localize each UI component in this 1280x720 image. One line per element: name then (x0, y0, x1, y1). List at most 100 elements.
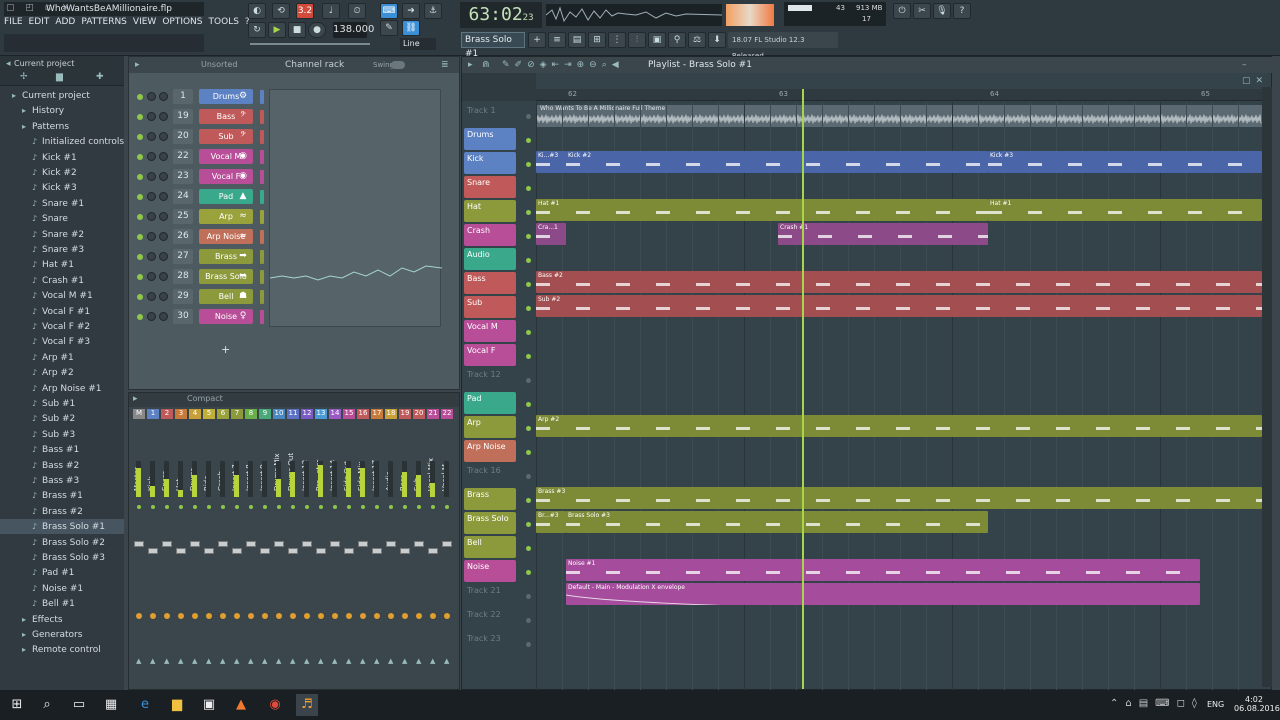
channel-select-indicator[interactable] (260, 270, 264, 284)
folder-icon[interactable]: ▆ (56, 72, 63, 82)
playlist-track-header[interactable]: Arp (462, 414, 536, 438)
fx-slot-knob[interactable] (220, 613, 226, 619)
mixer-strip[interactable]: 7Insert 7▲ (231, 409, 243, 683)
tray-icons[interactable]: ⌃⌂▤⌨◻◊ (1110, 698, 1204, 709)
fx-slot-knob[interactable] (304, 613, 310, 619)
menu-patterns[interactable]: PATTERNS (81, 17, 127, 31)
arrow-icon[interactable]: ▸ (468, 57, 473, 73)
mixer-strip[interactable]: 14Insert 14▲ (329, 409, 341, 683)
mixer-track-number[interactable]: 20 (173, 129, 193, 144)
volume-knob[interactable] (159, 92, 168, 101)
channel-rack-icon[interactable]: ⋮ (608, 32, 626, 48)
mute-led[interactable] (221, 505, 225, 509)
channel-select-indicator[interactable] (260, 150, 264, 164)
channel-select-indicator[interactable] (260, 250, 264, 264)
volume-knob[interactable] (159, 252, 168, 261)
track-name[interactable]: Arp Noise (464, 440, 516, 462)
track-mute-led[interactable] (526, 450, 531, 455)
browser-item[interactable]: ♪ Snare #1 (0, 196, 124, 211)
microphone-icon[interactable]: 🎙 (933, 3, 951, 19)
blend-notes-icon[interactable]: ⚓ (424, 3, 442, 19)
mixer-track-number[interactable]: 1 (173, 89, 193, 104)
browser-item[interactable]: ♪ Snare (0, 211, 124, 226)
fl-studio-icon[interactable]: ♬ (296, 694, 318, 716)
mute-led[interactable] (305, 505, 309, 509)
track-name[interactable]: Crash (464, 224, 516, 246)
mute-led[interactable] (403, 505, 407, 509)
channel-select-indicator[interactable] (260, 210, 264, 224)
track-mute-led[interactable] (526, 570, 531, 575)
plus-icon[interactable]: + (528, 32, 546, 48)
browser-item[interactable]: ♪ Hat #1 (0, 257, 124, 272)
cpu-icon[interactable]: ⏻ (893, 3, 911, 19)
mixer-strip[interactable]: 19Bass▲ (399, 409, 411, 683)
route-arrow-icon[interactable]: ▲ (234, 657, 239, 665)
app-icon[interactable]: ▣ (198, 694, 220, 716)
route-arrow-icon[interactable]: ▲ (164, 657, 169, 665)
pattern-selector[interactable]: Brass Solo #1 (461, 32, 525, 59)
mute-led[interactable] (249, 505, 253, 509)
download-icon[interactable]: ⬇ (708, 32, 726, 48)
mixer-track-number[interactable]: 26 (173, 229, 193, 244)
record-mode-icon[interactable]: 3.2 (296, 3, 314, 19)
pattern-clip[interactable]: Sub #2 (536, 295, 1262, 317)
track-mute-led[interactable] (526, 426, 531, 431)
pattern-song-toggle[interactable]: ◐ (248, 3, 266, 19)
playlist-track-header[interactable]: Arp Noise (462, 438, 536, 462)
browser-item[interactable]: ♪ Sub #1 (0, 396, 124, 411)
track-mute-led[interactable] (526, 354, 531, 359)
timeline-ruler[interactable]: 62 63 64 65 (536, 89, 1262, 101)
audio-clip[interactable]: Who Wants To Be A Millionaire Full Theme (536, 105, 1262, 127)
pattern-clip[interactable]: Cra...1 (536, 223, 566, 245)
mute-led[interactable] (389, 505, 393, 509)
browser-item[interactable]: ♪ Bass #2 (0, 458, 124, 473)
browser-item[interactable]: ♪ Arp #2 (0, 365, 124, 380)
volume-knob[interactable] (159, 292, 168, 301)
mute-led[interactable] (375, 505, 379, 509)
fx-slot-knob[interactable] (346, 613, 352, 619)
volume-knob[interactable] (159, 312, 168, 321)
fx-slot-knob[interactable] (178, 613, 184, 619)
pan-knob[interactable] (147, 132, 156, 141)
playlist-track-header[interactable]: Brass Solo (462, 510, 536, 534)
mute-led[interactable] (347, 505, 351, 509)
metronome-icon[interactable]: ♩ (322, 3, 340, 19)
pan-knob[interactable] (147, 212, 156, 221)
browser-item[interactable]: ♪ Brass Solo #1 (0, 519, 124, 535)
browser-item[interactable]: ♪ Bass #3 (0, 473, 124, 488)
mixer-strip[interactable]: 10Drums Mix▲ (273, 409, 285, 683)
volume-fader[interactable] (274, 541, 284, 547)
mixer-strip[interactable]: 21Vocal Mix▲ (427, 409, 439, 683)
playlist-track-header[interactable]: Snare (462, 174, 536, 198)
volume-knob[interactable] (159, 152, 168, 161)
fx-slot-knob[interactable] (234, 613, 240, 619)
fx-slot-knob[interactable] (416, 613, 422, 619)
browser-item[interactable]: ♪ Kick #1 (0, 150, 124, 165)
route-arrow-icon[interactable]: ▲ (374, 657, 379, 665)
track-mute-led[interactable] (526, 642, 531, 647)
route-arrow-icon[interactable]: ▲ (192, 657, 197, 665)
pan-knob[interactable] (147, 232, 156, 241)
track-mute-led[interactable] (526, 378, 531, 383)
playlist-track-header[interactable]: Track 22 (462, 606, 536, 630)
browser-item[interactable]: ♪ Bass #1 (0, 442, 124, 457)
search-icon[interactable]: ⌕ (36, 694, 58, 716)
pan-knob[interactable] (147, 272, 156, 281)
track-name[interactable]: Hat (464, 200, 516, 222)
browser-item[interactable]: ♪ Vocal M #1 (0, 288, 124, 303)
playlist-track-header[interactable]: Kick (462, 150, 536, 174)
mute-led[interactable] (431, 505, 435, 509)
edge-icon[interactable]: e (134, 694, 156, 716)
mute-led[interactable] (137, 134, 143, 140)
track-mute-led[interactable] (526, 282, 531, 287)
mixer-strip[interactable]: 8Insert 8▲ (245, 409, 257, 683)
track-mute-led[interactable] (526, 546, 531, 551)
playlist-track-header[interactable]: Track 21 (462, 582, 536, 606)
fx-slot-knob[interactable] (192, 613, 198, 619)
route-arrow-icon[interactable]: ▲ (332, 657, 337, 665)
channel-select-indicator[interactable] (260, 290, 264, 304)
mixer-strip[interactable]: 6Crash▲ (217, 409, 229, 683)
track-name[interactable]: Noise (464, 560, 516, 582)
plugin-picker-icon[interactable]: ⚲ (668, 32, 686, 48)
volume-fader[interactable] (358, 541, 368, 547)
